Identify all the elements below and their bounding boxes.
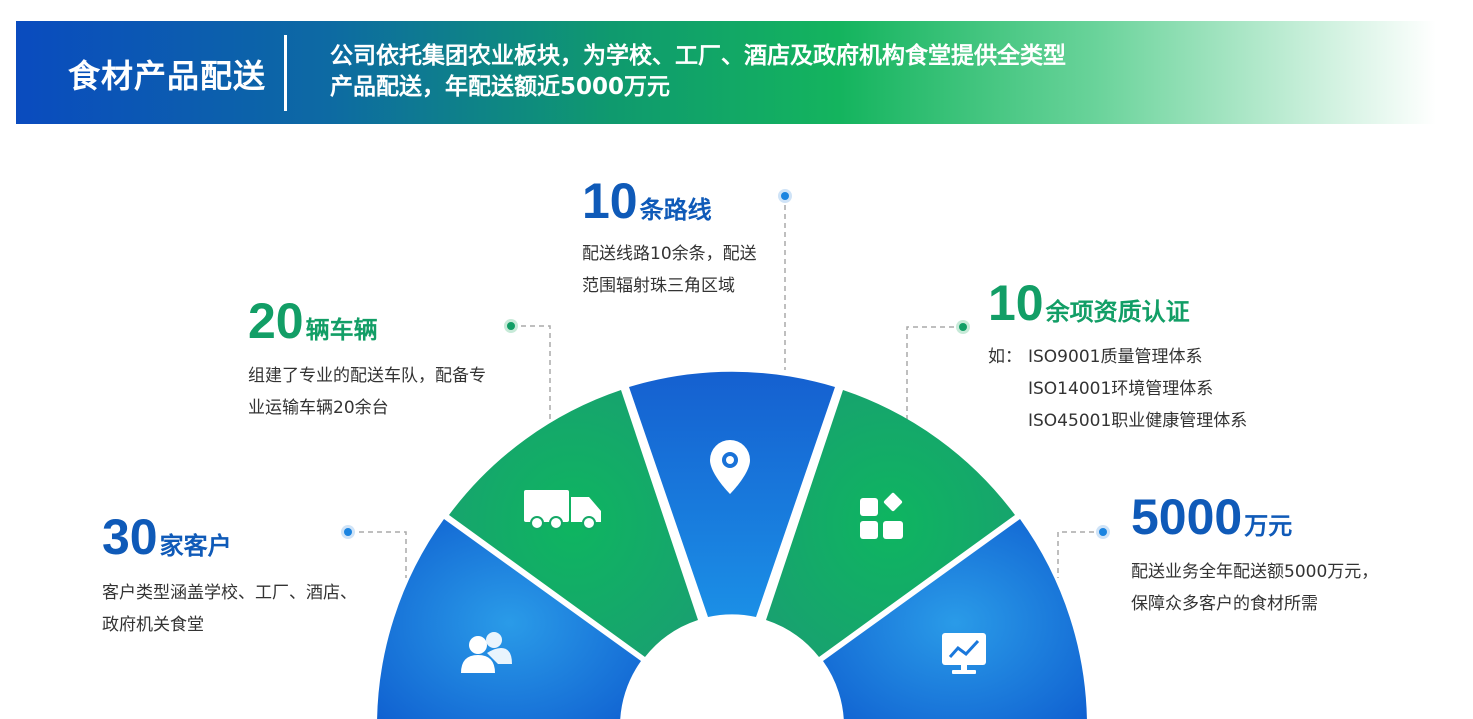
stat-revenue-description: 配送业务全年配送额5000万元， 保障众多客户的食材所需 <box>1131 556 1378 620</box>
stat-unit: 余项资质认证 <box>1045 298 1190 326</box>
stat-certifications-description: 如： ISO9001质量管理体系 ISO14001环境管理体系 ISO45001… <box>988 341 1247 437</box>
stat-number: 10 <box>582 173 638 229</box>
stat-certifications: 10余项资质认证 <box>988 278 1190 328</box>
description-line: ISO14001环境管理体系 <box>1028 379 1214 399</box>
stat-routes-description: 配送线路10余条，配送 范围辐射珠三角区域 <box>582 238 757 302</box>
description-prefix: 如： <box>988 347 1022 367</box>
stat-number: 30 <box>102 509 158 565</box>
description-line: 组建了专业的配送车队，配备专 <box>248 366 486 386</box>
connector-revenue <box>1057 525 1110 578</box>
stat-unit: 万元 <box>1244 512 1293 540</box>
stat-unit: 家客户 <box>159 532 232 560</box>
stat-unit: 辆车辆 <box>305 316 378 344</box>
stat-routes: 10条路线 <box>582 176 712 226</box>
connector-vehicles <box>504 319 551 420</box>
stat-revenue: 5000万元 <box>1131 492 1292 542</box>
description-line: 配送业务全年配送额5000万元， <box>1131 562 1379 582</box>
stat-number: 10 <box>988 275 1044 331</box>
description-line: 业运输车辆20余台 <box>248 398 389 418</box>
description-line: ISO45001职业健康管理体系 <box>1028 411 1248 431</box>
description-line: 范围辐射珠三角区域 <box>582 276 735 296</box>
description-line: ISO9001质量管理体系 <box>1028 347 1203 367</box>
description-line: 配送线路10余条，配送 <box>582 244 757 264</box>
stat-unit: 条路线 <box>639 196 712 224</box>
description-line: 保障众多客户的食材所需 <box>1131 594 1318 614</box>
stat-vehicles: 20辆车辆 <box>248 296 378 346</box>
stat-number: 5000 <box>1131 489 1243 545</box>
stat-number: 20 <box>248 293 304 349</box>
connector-certifications <box>906 320 970 420</box>
description-line: 客户类型涵盖学校、工厂、酒店、 <box>102 583 357 603</box>
connector-customers <box>341 525 407 578</box>
stat-customers: 30家客户 <box>102 512 232 562</box>
description-line: 政府机关食堂 <box>102 615 204 635</box>
stat-vehicles-description: 组建了专业的配送车队，配备专 业运输车辆20余台 <box>248 360 486 424</box>
stat-customers-description: 客户类型涵盖学校、工厂、酒店、 政府机关食堂 <box>102 577 357 641</box>
connector-routes <box>778 189 792 370</box>
